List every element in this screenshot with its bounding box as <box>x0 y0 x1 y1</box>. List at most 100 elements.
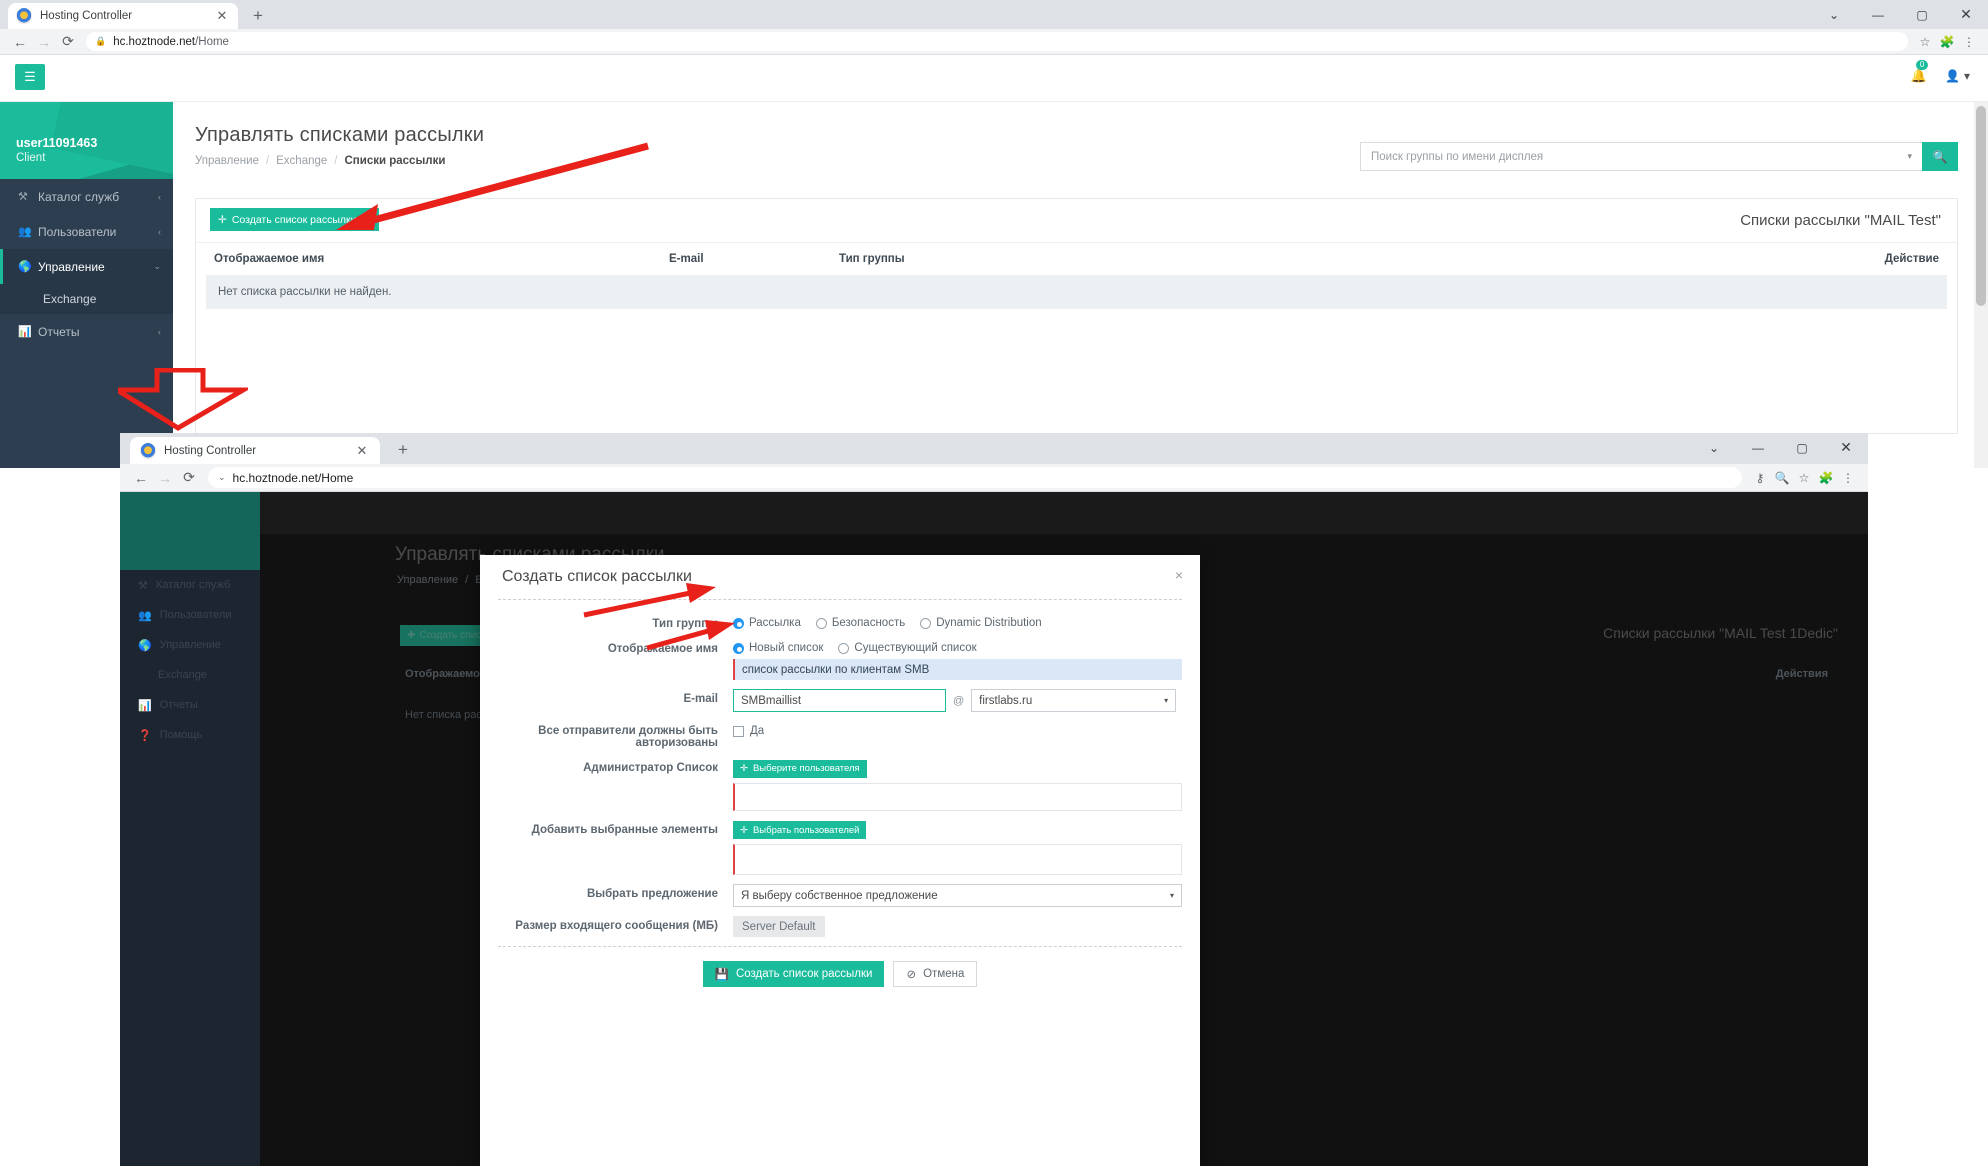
extensions-icon[interactable]: 🧩 <box>1936 31 1958 53</box>
forward-icon[interactable]: → <box>153 466 177 490</box>
sidebar-subitem-exchange[interactable]: Exchange <box>0 284 173 314</box>
minimize-icon[interactable]: — <box>1736 433 1780 462</box>
favicon-icon <box>16 8 32 24</box>
maximize-icon[interactable]: ▢ <box>1900 0 1944 29</box>
breadcrumb-item[interactable]: Управление <box>195 155 259 167</box>
vertical-scrollbar[interactable] <box>1974 102 1988 468</box>
radio-option-new-list[interactable]: Новый список <box>733 642 823 654</box>
address-bar[interactable]: 🔒 hc.hoztnode.net /Home <box>86 32 1908 51</box>
cancel-label: Отмена <box>923 968 965 980</box>
close-icon[interactable]: ✕ <box>354 443 370 459</box>
chevron-down-icon[interactable]: ▾ <box>367 215 371 224</box>
browser-tab[interactable]: Hosting Controller ✕ <box>8 3 238 29</box>
tools-icon: ⚒ <box>18 191 28 203</box>
browser-tab[interactable]: Hosting Controller ✕ <box>130 437 380 464</box>
chevron-down-icon[interactable]: ▾ <box>1907 151 1912 162</box>
help-icon: ❓ <box>138 729 152 742</box>
sidebar-item-users[interactable]: 👥 Пользователи <box>120 600 260 630</box>
radio-label: Существующий список <box>854 642 977 654</box>
modal-body: Тип группы Рассылка Безопасность Dynamic… <box>480 600 1200 937</box>
select-user-button[interactable]: ✛ Выберите пользователя <box>733 759 867 778</box>
window-close-icon[interactable]: ✕ <box>1824 433 1868 462</box>
sidebar-item-management[interactable]: 🌎 Управление <box>120 630 260 660</box>
scrollbar-thumb[interactable] <box>1976 106 1986 306</box>
back-icon[interactable]: ← <box>8 30 32 54</box>
display-name-input[interactable]: список рассылки по клиентам SMB <box>733 659 1182 680</box>
sidebar-item-reports[interactable]: 📊 Отчеты <box>120 690 260 720</box>
column-header-action-dimmed: Действия <box>1775 668 1828 680</box>
sidebar-subitem-exchange[interactable]: Exchange <box>120 660 260 690</box>
create-button-label: Создать список рассылки <box>231 213 357 226</box>
sidebar-item-help[interactable]: ❓ Помощь <box>120 720 260 750</box>
sidebar-item-management[interactable]: 🌎 Управление ⌄ <box>0 249 173 284</box>
chevron-left-icon: ‹ <box>158 226 161 237</box>
sidebar-item-users[interactable]: 👥 Пользователи ‹ <box>0 214 173 249</box>
breadcrumb-item[interactable]: Управление <box>397 574 458 586</box>
search-button[interactable]: 🔍 <box>1922 142 1958 171</box>
reload-icon[interactable]: ⟳ <box>56 30 80 54</box>
forward-icon[interactable]: → <box>32 30 56 54</box>
bookmark-star-icon[interactable]: ☆ <box>1793 467 1815 489</box>
address-bar[interactable]: ⌄ hc.hoztnode.net/Home <box>208 467 1742 488</box>
favicon-icon <box>140 442 156 459</box>
search-icon[interactable]: 🔍 <box>1771 467 1793 489</box>
sidebar-item-catalog[interactable]: ⚒ Каталог служб ‹ <box>0 179 173 214</box>
new-tab-button[interactable]: + <box>247 5 269 27</box>
top-tab-strip: Hosting Controller ✕ + ⌄ — ▢ ✕ <box>0 0 1988 29</box>
radio-option-distribution[interactable]: Рассылка <box>733 617 801 629</box>
sidebar-item-label: Каталог служб <box>155 579 231 591</box>
bottom-tab-strip: Hosting Controller ✕ + ⌄ — ▢ ✕ <box>120 433 1868 464</box>
users-icon: 👥 <box>18 226 32 238</box>
hamburger-icon[interactable]: ☰ <box>15 64 45 90</box>
radio-option-security[interactable]: Безопасность <box>815 617 905 629</box>
back-icon[interactable]: ← <box>129 466 153 490</box>
minimize-icon[interactable]: — <box>1856 0 1900 29</box>
close-icon[interactable]: × <box>1175 567 1183 583</box>
list-admin-box[interactable] <box>733 782 1182 811</box>
close-icon[interactable]: ✕ <box>214 8 230 24</box>
select-users-button[interactable]: ✛ Выбрать пользователей <box>733 821 867 839</box>
offer-select[interactable]: Я выберу собственное предложение ▾ <box>733 884 1182 907</box>
authorized-senders-checkbox[interactable]: Да <box>733 721 1182 737</box>
expand-icon[interactable]: ⌄ <box>1812 0 1856 29</box>
sidebar-item-reports[interactable]: 📊 Отчеты ‹ <box>0 314 173 349</box>
search-input[interactable]: Поиск группы по имени дисплея ▾ <box>1360 142 1922 171</box>
new-tab-button[interactable]: + <box>392 439 414 461</box>
table-header: Отображаемое имя E-mail Тип группы Дейст… <box>196 243 1957 275</box>
radio-icon <box>815 617 827 629</box>
radio-option-existing-list[interactable]: Существующий список <box>838 642 977 654</box>
chart-icon: 📊 <box>18 326 32 338</box>
extensions-icon[interactable]: 🧩 <box>1815 467 1837 489</box>
create-mailing-list-button[interactable]: ✛ Создать список рассылки ▾ <box>210 208 380 231</box>
sidebar-item-catalog[interactable]: ⚒ Каталог служб <box>120 570 260 600</box>
sidebar-item-label: Каталог служб <box>38 189 120 204</box>
browser-menu-icon[interactable]: ⋮ <box>1958 31 1980 53</box>
window-close-icon[interactable]: ✕ <box>1944 0 1988 29</box>
maximize-icon[interactable]: ▢ <box>1780 433 1824 462</box>
window-controls: ⌄ — ▢ ✕ <box>1692 433 1868 462</box>
email-input[interactable]: SMBmaillist <box>733 689 946 712</box>
users-icon: 👥 <box>138 609 152 622</box>
field-label: Добавить выбранные элементы <box>531 823 718 836</box>
notifications-button[interactable]: 🔔 0 <box>1911 60 1929 85</box>
field-group-type: Тип группы Рассылка Безопасность Dynamic… <box>498 614 1182 630</box>
bookmark-star-icon[interactable]: ☆ <box>1914 31 1936 53</box>
browser-menu-icon[interactable]: ⋮ <box>1837 467 1859 489</box>
email-row: SMBmaillist @ firstlabs.ru ▾ <box>733 689 1182 712</box>
chevron-down-icon[interactable]: ⌄ <box>218 472 226 483</box>
email-domain-select[interactable]: firstlabs.ru ▾ <box>971 689 1177 712</box>
incoming-size-value[interactable]: Server Default <box>733 916 825 937</box>
submit-button[interactable]: 💾 Создать список рассылки <box>702 961 885 987</box>
field-email: E-mail SMBmaillist @ firstlabs.ru ▾ <box>498 689 1182 712</box>
plus-icon: ✛ <box>218 213 227 226</box>
breadcrumb-item[interactable]: Exchange <box>276 155 327 167</box>
column-header-email: E-mail <box>669 253 704 265</box>
field-label: Тип группы <box>652 618 718 630</box>
radio-option-dynamic[interactable]: Dynamic Distribution <box>920 617 1042 629</box>
reload-icon[interactable]: ⟳ <box>177 466 201 490</box>
expand-icon[interactable]: ⌄ <box>1692 433 1736 462</box>
user-menu-button[interactable]: 👤 ▾ <box>1945 69 1970 83</box>
cancel-button[interactable]: ⊘ Отмена <box>893 961 978 987</box>
password-key-icon[interactable]: ⚷ <box>1749 467 1771 489</box>
add-members-box[interactable] <box>733 844 1182 875</box>
